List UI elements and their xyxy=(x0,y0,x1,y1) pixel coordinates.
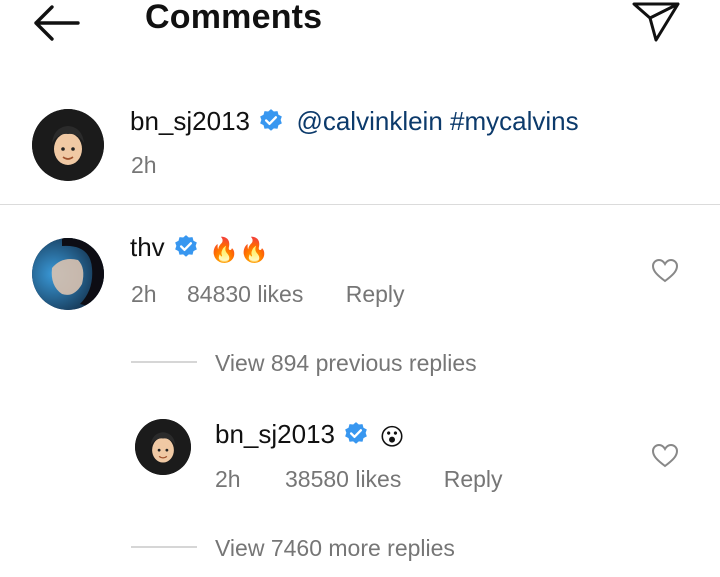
send-icon xyxy=(632,2,680,42)
caption-time: 2h xyxy=(131,152,157,178)
reply-time: 2h xyxy=(215,466,241,492)
page-title: Comments xyxy=(145,0,323,36)
thread-line xyxy=(131,546,197,548)
comment-text: 🔥🔥 xyxy=(209,237,269,264)
reply-username[interactable]: bn_sj2013 xyxy=(215,419,335,449)
reply-likes[interactable]: 38580 likes xyxy=(285,466,401,492)
comment-line: thv 🔥🔥 xyxy=(130,232,269,265)
top-bar: Comments xyxy=(0,0,720,50)
reply-reply-button[interactable]: Reply xyxy=(444,466,503,492)
memoji-avatar-icon xyxy=(135,419,191,475)
view-more-replies[interactable]: View 7460 more replies xyxy=(215,535,455,562)
like-button[interactable] xyxy=(651,443,679,469)
heart-icon xyxy=(651,443,679,468)
caption-line: bn_sj2013 @calvinklein #mycalvins xyxy=(130,106,579,137)
verified-badge-icon xyxy=(174,235,197,257)
caption-text[interactable]: @calvinklein #mycalvins xyxy=(296,106,578,136)
memoji-avatar-icon xyxy=(32,109,104,181)
share-button[interactable] xyxy=(628,0,682,44)
reply-meta: 2h 38580 likes Reply xyxy=(215,466,503,493)
reply-text: 😮 xyxy=(379,424,405,451)
back-button[interactable] xyxy=(28,0,84,44)
caption-username[interactable]: bn_sj2013 xyxy=(130,106,250,136)
comment-time: 2h xyxy=(131,281,157,307)
avatar[interactable] xyxy=(32,238,104,310)
view-previous-replies[interactable]: View 894 previous replies xyxy=(215,350,477,377)
avatar[interactable] xyxy=(32,109,104,181)
comment-reply-button[interactable]: Reply xyxy=(346,281,405,307)
like-button[interactable] xyxy=(651,258,679,284)
profile-photo-icon xyxy=(32,238,104,310)
verified-badge-icon xyxy=(345,422,367,444)
reply-line: bn_sj2013 😮 xyxy=(215,419,404,452)
heart-icon xyxy=(651,258,679,283)
verified-badge-icon xyxy=(260,109,282,131)
arrow-left-icon xyxy=(34,5,80,41)
comment-likes[interactable]: 84830 likes xyxy=(187,281,303,307)
comment-meta: 2h 84830 likes Reply xyxy=(131,281,405,308)
comment-username[interactable]: thv xyxy=(130,232,165,262)
caption-divider xyxy=(0,204,720,205)
thread-line xyxy=(131,361,197,363)
avatar[interactable] xyxy=(135,419,191,475)
